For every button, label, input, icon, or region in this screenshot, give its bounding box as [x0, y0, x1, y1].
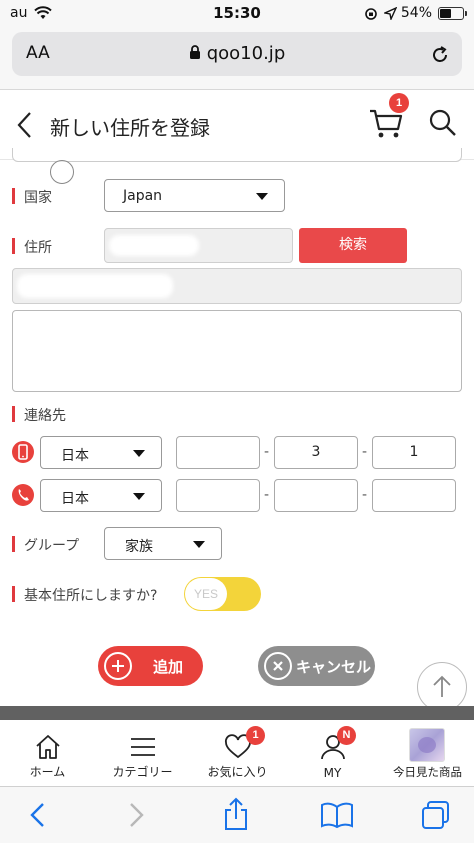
status-bar: au 15:30 54% — [0, 0, 474, 28]
mobile-phone-icon — [12, 441, 34, 463]
separator: - — [362, 487, 368, 503]
mobile-country-select[interactable]: 日本 — [40, 436, 162, 469]
home-icon — [35, 735, 60, 759]
tabs-icon[interactable] — [420, 799, 452, 831]
favorites-badge: 1 — [246, 726, 265, 745]
default-address-label: 基本住所にしますか? — [24, 588, 158, 604]
postal-code-input[interactable] — [104, 228, 293, 263]
chevron-down-icon — [133, 449, 145, 457]
page-title: 新しい住所を登録 — [50, 116, 210, 140]
toggle-knob: YES — [185, 578, 227, 610]
tab-recently-viewed[interactable]: 今日見た商品 — [380, 720, 474, 786]
reload-icon[interactable] — [430, 45, 450, 65]
telephone-icon — [12, 484, 34, 506]
phone-part3-input[interactable] — [372, 479, 456, 512]
mobile-part2-input[interactable]: 3 — [274, 436, 358, 469]
tab-label: MY — [323, 766, 342, 780]
plus-icon — [104, 652, 132, 680]
touch-indicator — [50, 160, 74, 184]
separator: - — [264, 487, 270, 503]
phone-part2-input[interactable] — [274, 479, 358, 512]
redacted-value — [109, 235, 199, 256]
chevron-down-icon — [133, 492, 145, 500]
group-select[interactable]: 家族 — [104, 527, 222, 560]
previous-field — [12, 148, 462, 162]
mobile-country-value: 日本 — [61, 448, 89, 464]
country-value: Japan — [123, 188, 163, 204]
tab-label: お気に入り — [207, 765, 268, 779]
address-line-input[interactable] — [12, 268, 462, 304]
add-button-label: 追加 — [153, 658, 184, 676]
product-thumbnail — [409, 728, 445, 762]
add-button[interactable]: 追加 — [98, 646, 203, 686]
lock-icon — [189, 45, 200, 59]
tab-label: 今日見た商品 — [393, 765, 462, 779]
bookmarks-icon[interactable] — [320, 801, 354, 829]
phone-country-value: 日本 — [61, 491, 89, 507]
arrow-up-icon — [433, 675, 451, 697]
footer-strip — [0, 706, 474, 720]
orientation-lock-icon — [365, 8, 377, 20]
browser-toolbar: AA qoo10.jp — [0, 28, 474, 90]
group-label: グループ — [24, 538, 80, 554]
address-detail-textarea[interactable] — [12, 310, 462, 392]
share-icon[interactable] — [222, 797, 250, 831]
my-badge: N — [337, 726, 356, 745]
address-marker — [12, 238, 15, 254]
contact-marker — [12, 406, 15, 422]
battery-percent: 54% — [400, 5, 432, 21]
contact-label: 連絡先 — [24, 408, 66, 424]
back-icon[interactable] — [28, 801, 48, 829]
scroll-to-top-button[interactable] — [417, 662, 467, 712]
cart-count-badge: 1 — [389, 93, 409, 113]
mobile-part1-input[interactable] — [176, 436, 260, 469]
country-label: 国家 — [24, 190, 52, 206]
search-button[interactable]: 検索 — [299, 228, 407, 263]
close-icon — [264, 652, 292, 680]
default-address-toggle[interactable]: YES — [184, 577, 261, 611]
default-marker — [12, 586, 15, 602]
phone-part1-input[interactable] — [176, 479, 260, 512]
phone-country-select[interactable]: 日本 — [40, 479, 162, 512]
forward-icon[interactable] — [126, 801, 146, 829]
address-bar[interactable]: AA qoo10.jp — [12, 32, 462, 76]
cancel-button-label: キャンセル — [296, 658, 372, 676]
tab-home[interactable]: ホーム — [0, 720, 95, 786]
cancel-button[interactable]: キャンセル — [258, 646, 375, 686]
tab-favorites[interactable]: 1 お気に入り — [190, 720, 285, 786]
tab-label: ホーム — [29, 765, 66, 779]
separator: - — [264, 444, 270, 460]
country-select[interactable]: Japan — [104, 179, 285, 212]
search-icon[interactable] — [428, 108, 458, 138]
group-value: 家族 — [125, 539, 153, 555]
redacted-value — [17, 274, 173, 298]
country-marker — [12, 188, 15, 204]
tab-label: カテゴリー — [112, 765, 173, 779]
group-marker — [12, 536, 15, 552]
bottom-tab-bar: ホーム カテゴリー 1 お気に入り N MY 今日見た商品 — [0, 720, 474, 786]
address-label: 住所 — [24, 240, 52, 256]
menu-icon — [130, 738, 155, 756]
back-arrow-icon[interactable] — [16, 110, 34, 140]
url-text: qoo10.jp — [206, 43, 286, 64]
tab-category[interactable]: カテゴリー — [95, 720, 190, 786]
tab-my[interactable]: N MY — [285, 720, 380, 786]
battery-icon — [438, 7, 467, 20]
browser-bottom-bar — [0, 786, 474, 843]
chevron-down-icon — [193, 540, 205, 548]
separator: - — [362, 444, 368, 460]
mobile-part3-input[interactable]: 1 — [372, 436, 456, 469]
chevron-down-icon — [256, 192, 268, 200]
location-icon — [384, 7, 397, 20]
